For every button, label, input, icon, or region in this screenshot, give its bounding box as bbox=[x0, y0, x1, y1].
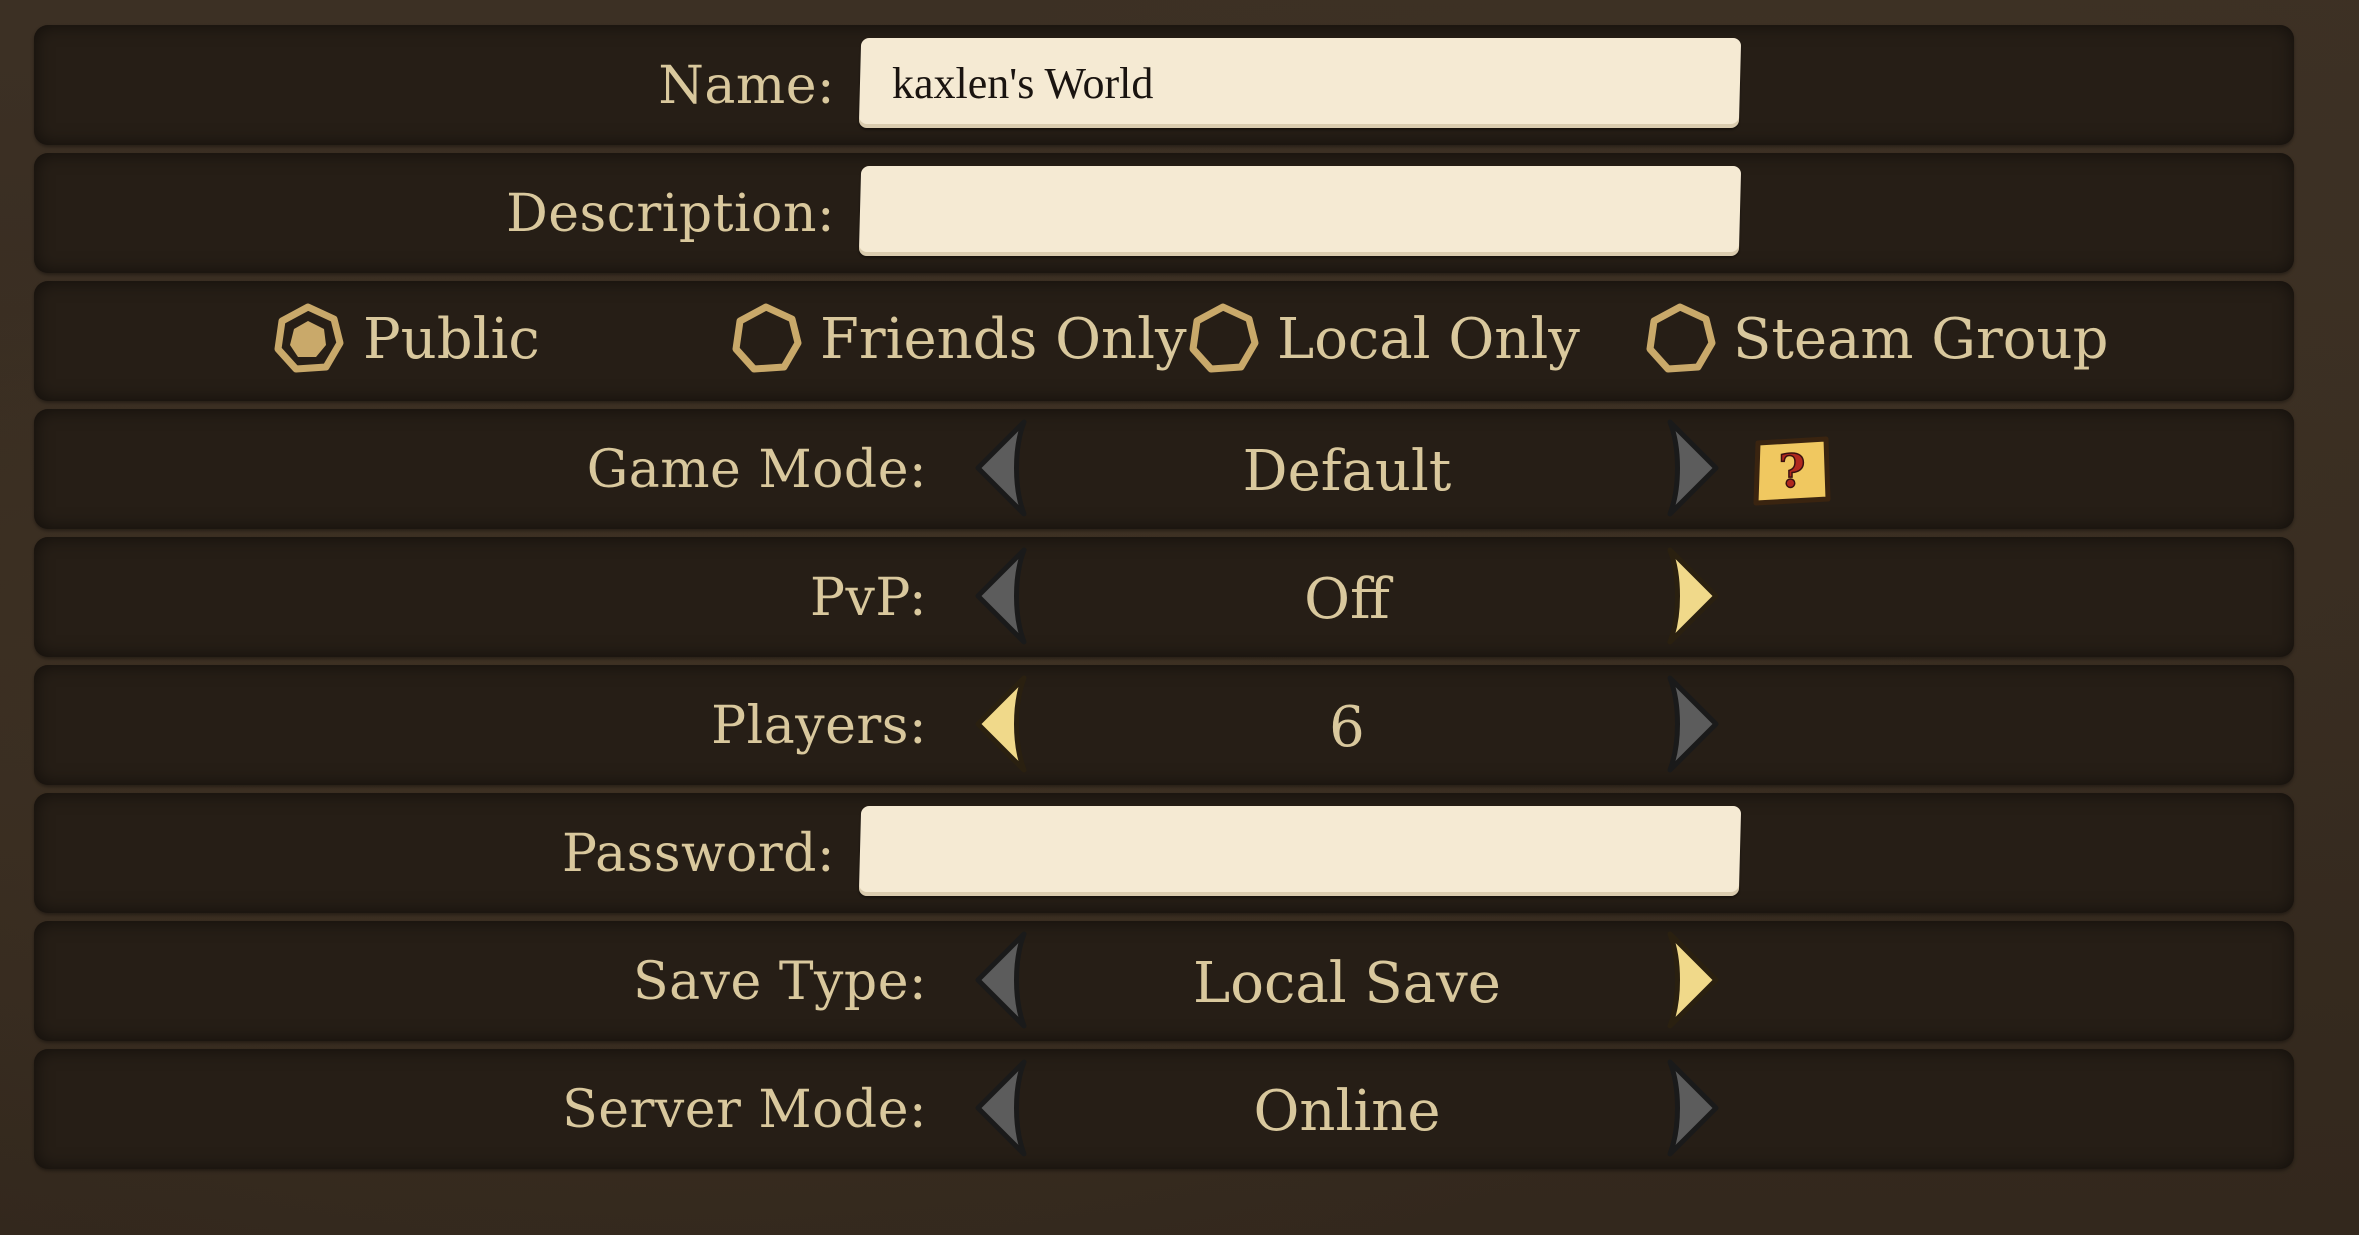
radio-local-only-label: Local Only bbox=[1277, 307, 1580, 372]
radio-friends-only-label: Friends Only bbox=[820, 307, 1187, 372]
players-right-arrow-icon[interactable] bbox=[1660, 674, 1724, 774]
server-mode-right-arrow-icon[interactable] bbox=[1660, 1058, 1724, 1158]
radio-unselected-icon[interactable] bbox=[730, 303, 802, 375]
name-label: Name: bbox=[658, 56, 835, 116]
radio-steam-group-label: Steam Group bbox=[1733, 307, 2109, 372]
name-field-value: kaxlen's World bbox=[892, 58, 1154, 108]
players-value: 6 bbox=[1329, 695, 1365, 760]
pvp-label: PvP: bbox=[809, 568, 927, 628]
radio-unselected-icon[interactable] bbox=[1644, 303, 1716, 375]
radio-selected-icon[interactable] bbox=[272, 303, 344, 375]
svg-text:?: ? bbox=[1779, 444, 1806, 498]
save-type-value: Local Save bbox=[1193, 951, 1501, 1016]
server-mode-label: Server Mode: bbox=[562, 1080, 927, 1140]
game-mode-value: Default bbox=[1242, 439, 1452, 504]
radio-unselected-icon[interactable] bbox=[1187, 303, 1259, 375]
game-mode-right-arrow-icon[interactable] bbox=[1660, 418, 1724, 518]
save-type-right-arrow-icon[interactable] bbox=[1660, 930, 1724, 1030]
password-field[interactable] bbox=[858, 806, 1742, 896]
server-mode-value: Online bbox=[1253, 1079, 1441, 1144]
players-label: Players: bbox=[711, 696, 927, 756]
radio-public-label: Public bbox=[363, 307, 540, 372]
name-field[interactable]: kaxlen's World bbox=[858, 38, 1742, 128]
save-type-label: Save Type: bbox=[633, 952, 927, 1012]
password-label: Password: bbox=[561, 824, 835, 884]
question-mark-icon[interactable]: ? bbox=[1752, 435, 1832, 507]
description-label: Description: bbox=[506, 184, 835, 244]
pvp-right-arrow-icon[interactable] bbox=[1660, 546, 1724, 646]
description-field[interactable] bbox=[858, 166, 1742, 256]
game-mode-label: Game Mode: bbox=[586, 440, 927, 500]
pvp-value: Off bbox=[1304, 567, 1390, 632]
